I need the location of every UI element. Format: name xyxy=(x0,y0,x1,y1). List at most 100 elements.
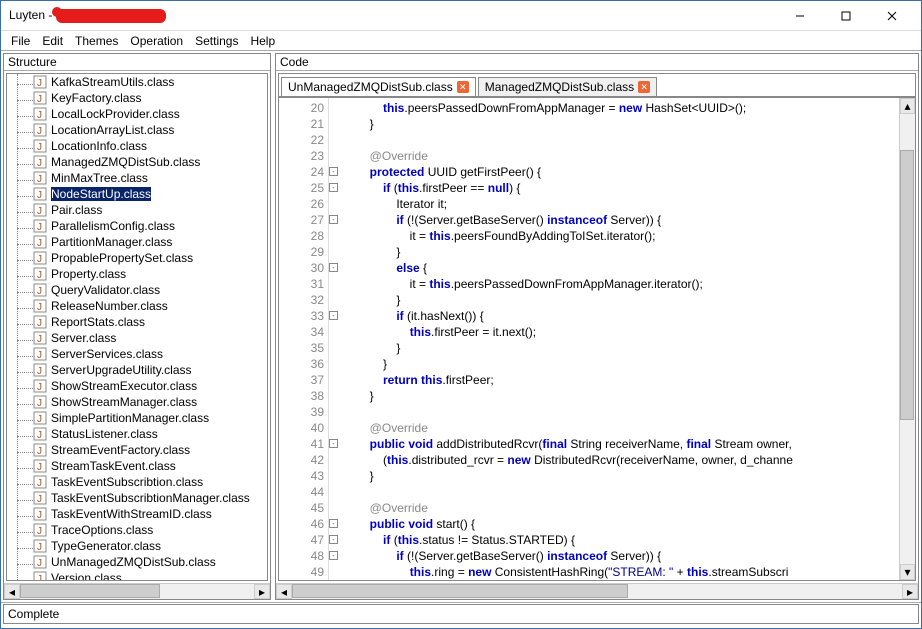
fold-toggle-icon[interactable]: - xyxy=(329,215,338,224)
tree-item[interactable]: J Server.class xyxy=(37,330,267,346)
svg-text:J: J xyxy=(37,334,42,345)
tree-item[interactable]: JLocationInfo.class xyxy=(37,138,267,154)
tree-item[interactable]: JManagedZMQDistSub.class xyxy=(37,154,267,170)
structure-title: Structure xyxy=(4,54,270,71)
fold-toggle-icon[interactable]: - xyxy=(329,167,338,176)
tree-item-label: TypeGenerator.class xyxy=(51,539,161,553)
menu-themes[interactable]: Themes xyxy=(69,32,124,50)
status-bar-wrap: Complete xyxy=(1,602,921,625)
tree-item-label: StreamEventFactory.class xyxy=(51,443,190,457)
editor-hscrollbar[interactable]: ◂ ▸ xyxy=(276,583,918,599)
maximize-button[interactable] xyxy=(823,2,869,30)
tree-item[interactable]: JTypeGenerator.class xyxy=(37,538,267,554)
scroll-right-icon[interactable]: ▸ xyxy=(902,584,918,599)
tree-item[interactable]: JLocalLockProvider.class xyxy=(37,106,267,122)
tree-item-label: Server.class xyxy=(51,331,116,345)
tree-item[interactable]: JPropablePropertySet.class xyxy=(37,250,267,266)
java-class-icon: J xyxy=(33,507,47,521)
tree-item[interactable]: JReleaseNumber.class xyxy=(37,298,267,314)
svg-text:J: J xyxy=(37,478,42,489)
tree-item[interactable]: JTaskEventWithStreamID.class xyxy=(37,506,267,522)
java-class-icon: J xyxy=(33,139,47,153)
tree-item-label: UnManagedZMQDistSub.class xyxy=(51,555,216,569)
editor-tab[interactable]: ManagedZMQDistSub.class✕ xyxy=(478,77,657,96)
menu-edit[interactable]: Edit xyxy=(36,32,69,50)
fold-toggle-icon[interactable]: - xyxy=(329,263,338,272)
java-class-icon: J xyxy=(33,219,47,233)
tree-item-label: TaskEventWithStreamID.class xyxy=(51,507,212,521)
svg-text:J: J xyxy=(37,318,42,329)
java-class-icon: J xyxy=(33,171,47,185)
tree-item-label: QueryValidator.class xyxy=(51,283,160,297)
tree-item[interactable]: JKeyFactory.class xyxy=(37,90,267,106)
tree-item-label: ReportStats.class xyxy=(51,315,145,329)
tree-item[interactable]: JShowStreamExecutor.class xyxy=(37,378,267,394)
tree-item[interactable]: JServerServices.class xyxy=(37,346,267,362)
tree-item-label: Property.class xyxy=(51,267,126,281)
tree-item[interactable]: JTaskEventSubscribtionManager.class xyxy=(37,490,267,506)
menu-operation[interactable]: Operation xyxy=(124,32,189,50)
tab-close-icon[interactable]: ✕ xyxy=(457,81,469,93)
tree-item[interactable]: JSimplePartitionManager.class xyxy=(37,410,267,426)
fold-toggle-icon[interactable]: - xyxy=(329,311,338,320)
fold-toggle-icon[interactable]: - xyxy=(329,535,338,544)
window-title: Luyten - xyxy=(7,8,777,23)
code-content[interactable]: this.peersPassedDownFromAppManager = new… xyxy=(343,98,899,580)
tree-item[interactable]: JStreamTaskEvent.class xyxy=(37,458,267,474)
tree-item-label: KafkaStreamUtils.class xyxy=(51,75,174,89)
tree-item[interactable]: JTraceOptions.class xyxy=(37,522,267,538)
editor-vscrollbar[interactable]: ▴ ▾ xyxy=(899,98,915,580)
editor-tab[interactable]: UnManagedZMQDistSub.class✕ xyxy=(281,77,476,96)
scroll-right-icon[interactable]: ▸ xyxy=(254,584,270,599)
tree-item[interactable]: JProperty.class xyxy=(37,266,267,282)
tree-item[interactable]: JUnManagedZMQDistSub.class xyxy=(37,554,267,570)
fold-toggle-icon[interactable]: - xyxy=(329,519,338,528)
tree-item[interactable]: JPartitionManager.class xyxy=(37,234,267,250)
tree-item[interactable]: JParallelismConfig.class xyxy=(37,218,267,234)
menu-file[interactable]: File xyxy=(5,32,36,50)
tree-item-label: ServerUpgradeUtility.class xyxy=(51,363,192,377)
tab-close-icon[interactable]: ✕ xyxy=(638,81,650,93)
tree-item[interactable]: JPair.class xyxy=(37,202,267,218)
java-class-icon: J xyxy=(33,347,47,361)
svg-text:J: J xyxy=(37,142,42,153)
tree-item[interactable]: JStreamEventFactory.class xyxy=(37,442,267,458)
close-button[interactable] xyxy=(869,2,915,30)
tree-item[interactable]: J ReportStats.class xyxy=(37,314,267,330)
java-class-icon: J xyxy=(33,91,47,105)
tree-item[interactable]: JShowStreamManager.class xyxy=(37,394,267,410)
svg-text:J: J xyxy=(37,174,42,185)
tree-item[interactable]: JMinMaxTree.class xyxy=(37,170,267,186)
java-class-icon: J xyxy=(33,491,47,505)
tree-item[interactable]: JStatusListener.class xyxy=(37,426,267,442)
sidebar-hscrollbar[interactable]: ◂ ▸ xyxy=(4,583,270,599)
tree-item-label: StatusListener.class xyxy=(51,427,158,441)
tree-item-label: LocalLockProvider.class xyxy=(51,107,180,121)
java-class-icon: J xyxy=(33,523,47,537)
tree-item[interactable]: JNodeStartUp.class xyxy=(37,186,267,202)
tree-item[interactable]: JTaskEventSubscribtion.class xyxy=(37,474,267,490)
structure-tree[interactable]: JKafkaStreamUtils.classJKeyFactory.class… xyxy=(6,73,268,581)
scroll-left-icon[interactable]: ◂ xyxy=(276,584,292,599)
fold-toggle-icon[interactable]: - xyxy=(329,439,338,448)
menu-help[interactable]: Help xyxy=(244,32,281,50)
tree-item[interactable]: JVersion.class xyxy=(37,570,267,581)
java-class-icon: J xyxy=(33,331,47,345)
menu-settings[interactable]: Settings xyxy=(189,32,244,50)
code-editor[interactable]: 2021222324252627282930313233343536373839… xyxy=(278,97,916,581)
tree-item[interactable]: JKafkaStreamUtils.class xyxy=(37,74,267,90)
java-class-icon: J xyxy=(33,379,47,393)
tree-item[interactable]: JServerUpgradeUtility.class xyxy=(37,362,267,378)
tree-item[interactable]: JQueryValidator.class xyxy=(37,282,267,298)
fold-gutter[interactable]: - - - - - - - - - xyxy=(329,98,343,580)
tree-item-label: Pair.class xyxy=(51,203,102,217)
minimize-button[interactable] xyxy=(777,2,823,30)
fold-toggle-icon[interactable]: - xyxy=(329,551,338,560)
scroll-left-icon[interactable]: ◂ xyxy=(4,584,20,599)
java-class-icon: J xyxy=(33,539,47,553)
title-bar: Luyten - xyxy=(1,1,921,31)
scroll-up-icon[interactable]: ▴ xyxy=(900,98,915,114)
scroll-down-icon[interactable]: ▾ xyxy=(900,564,915,580)
tree-item[interactable]: JLocationArrayList.class xyxy=(37,122,267,138)
fold-toggle-icon[interactable]: - xyxy=(329,183,338,192)
